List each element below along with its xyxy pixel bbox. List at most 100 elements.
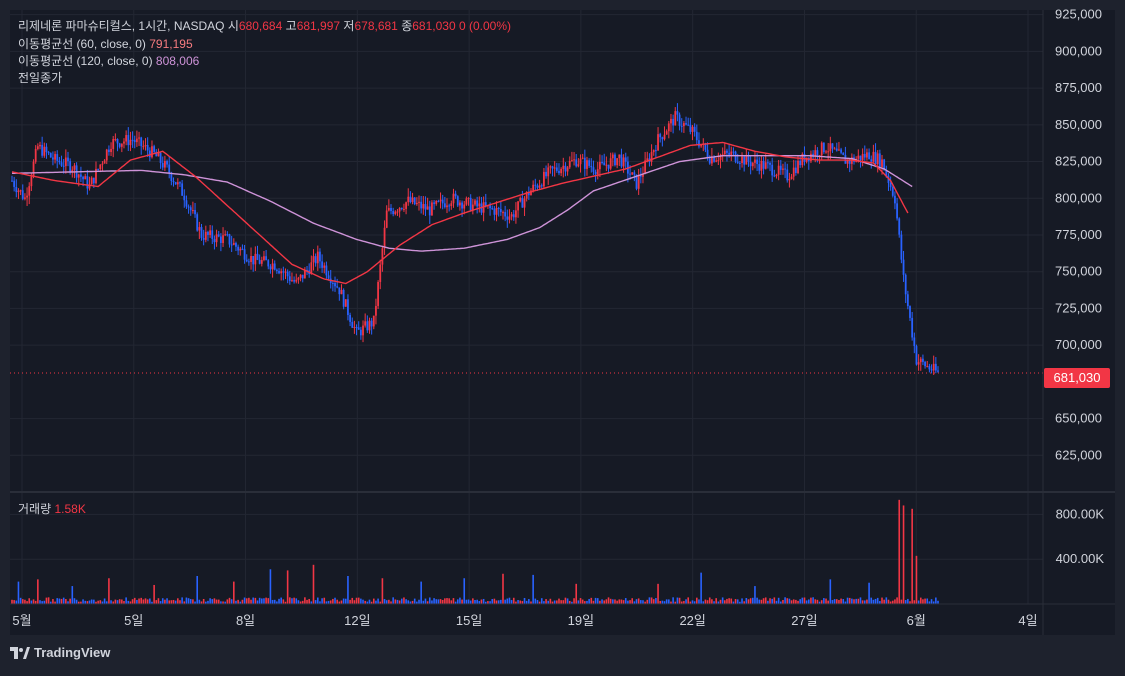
- prev-close-legend[interactable]: 전일종가: [18, 70, 62, 86]
- candle-body: [426, 206, 429, 210]
- candle-body: [868, 152, 870, 160]
- candle-body: [913, 337, 916, 347]
- candle-body: [390, 207, 392, 212]
- candle-body: [215, 234, 218, 243]
- candle-body: [555, 167, 558, 171]
- volume-bar: [519, 600, 522, 604]
- volume-bar: [56, 598, 59, 604]
- candle-body: [769, 162, 771, 165]
- volume-bar: [532, 574, 534, 604]
- candle-body: [43, 146, 46, 156]
- volume-bar: [904, 600, 907, 604]
- volume-bar: [448, 598, 450, 604]
- candle-body: [726, 150, 728, 153]
- candle-body: [258, 259, 261, 264]
- high-label: 고: [285, 19, 297, 33]
- candle-body: [611, 154, 614, 159]
- volume-bar: [907, 598, 909, 604]
- volume-bar: [851, 598, 853, 604]
- candle-body: [411, 197, 414, 203]
- volume-bar: [267, 598, 270, 604]
- volume-bar: [726, 598, 728, 604]
- candle-body: [288, 276, 291, 281]
- volume-bar: [734, 599, 737, 604]
- candle-body: [616, 158, 619, 166]
- candle-body: [431, 202, 433, 216]
- candle-body: [456, 196, 459, 206]
- candle-body: [491, 208, 494, 210]
- candle-body: [265, 256, 268, 261]
- volume-bar: [385, 600, 388, 604]
- candle-body: [553, 167, 556, 169]
- volume-bar: [131, 599, 134, 604]
- candle-body: [275, 269, 278, 271]
- volume-bar: [32, 599, 35, 604]
- volume-bar: [668, 599, 670, 604]
- candle-body: [232, 243, 235, 245]
- volume-bar: [146, 599, 149, 604]
- volume-bar: [39, 600, 41, 604]
- candle-body: [605, 164, 608, 166]
- candle-body: [538, 185, 541, 188]
- candle-body: [872, 151, 875, 162]
- candle-body: [534, 184, 537, 186]
- prev-close-label: 전일종가: [18, 71, 63, 85]
- volume-bar: [795, 599, 797, 604]
- candle-body: [56, 154, 59, 161]
- candle-body: [219, 236, 222, 244]
- volume-bar: [90, 599, 93, 604]
- candle-body: [170, 173, 173, 181]
- volume-bar: [678, 597, 681, 604]
- price-chart[interactable]: 925,000 900,000 875,000 850,000 825,000 800,0…: [0, 0, 1125, 671]
- candle-body: [24, 197, 26, 199]
- candle-body: [86, 176, 89, 189]
- volume-bar: [700, 572, 702, 604]
- candle-body: [698, 140, 700, 147]
- candle-body: [695, 131, 698, 141]
- volume-bar: [250, 599, 252, 604]
- candle-body: [515, 210, 517, 218]
- volume-bar: [243, 597, 246, 604]
- candle-body: [536, 185, 539, 188]
- price-tick-label: 800,000: [1055, 190, 1102, 205]
- candle-body: [691, 126, 694, 132]
- volume-legend[interactable]: 거래량 1.58K: [18, 501, 86, 517]
- volume-bar: [418, 599, 420, 604]
- volume-bar: [577, 600, 580, 604]
- candle-body: [601, 161, 603, 163]
- high-value: 681,997: [296, 19, 341, 33]
- volume-bar: [114, 599, 117, 604]
- candle-body: [166, 161, 168, 165]
- candle-body: [213, 238, 216, 243]
- tradingview-logo[interactable]: TradingView: [10, 645, 110, 660]
- candle-body: [926, 366, 929, 368]
- volume-bar: [553, 600, 556, 604]
- chart-frame[interactable]: 925,000 900,000 875,000 850,000 825,000 800,0…: [0, 0, 1125, 671]
- volume-bar: [334, 597, 336, 604]
- volume-bar: [192, 599, 194, 604]
- candle-body: [614, 154, 616, 166]
- candle-body: [510, 214, 513, 217]
- candle-body: [523, 198, 526, 208]
- volume-bar: [400, 598, 403, 604]
- candle-body: [723, 150, 726, 155]
- candle-body: [463, 204, 466, 209]
- candle-body: [930, 369, 933, 371]
- ma120-legend[interactable]: 이동평균선 (120, close, 0) 808,006: [18, 53, 199, 69]
- volume-bar: [295, 598, 298, 604]
- candle-body: [123, 141, 125, 144]
- volume-bar: [510, 600, 513, 604]
- candle-body: [202, 237, 205, 240]
- candle-body: [409, 196, 412, 203]
- candle-body: [599, 161, 601, 170]
- volume-bar: [506, 598, 509, 604]
- candle-body: [777, 165, 780, 175]
- volume-bar: [170, 600, 173, 604]
- volume-bar: [217, 599, 220, 604]
- ma60-legend[interactable]: 이동평균선 (60, close, 0) 791,195: [18, 36, 193, 52]
- candle-body: [127, 135, 130, 146]
- volume-bar: [24, 599, 26, 604]
- candle-body: [80, 174, 82, 177]
- volume-bar: [461, 599, 463, 604]
- candle-body: [577, 164, 580, 167]
